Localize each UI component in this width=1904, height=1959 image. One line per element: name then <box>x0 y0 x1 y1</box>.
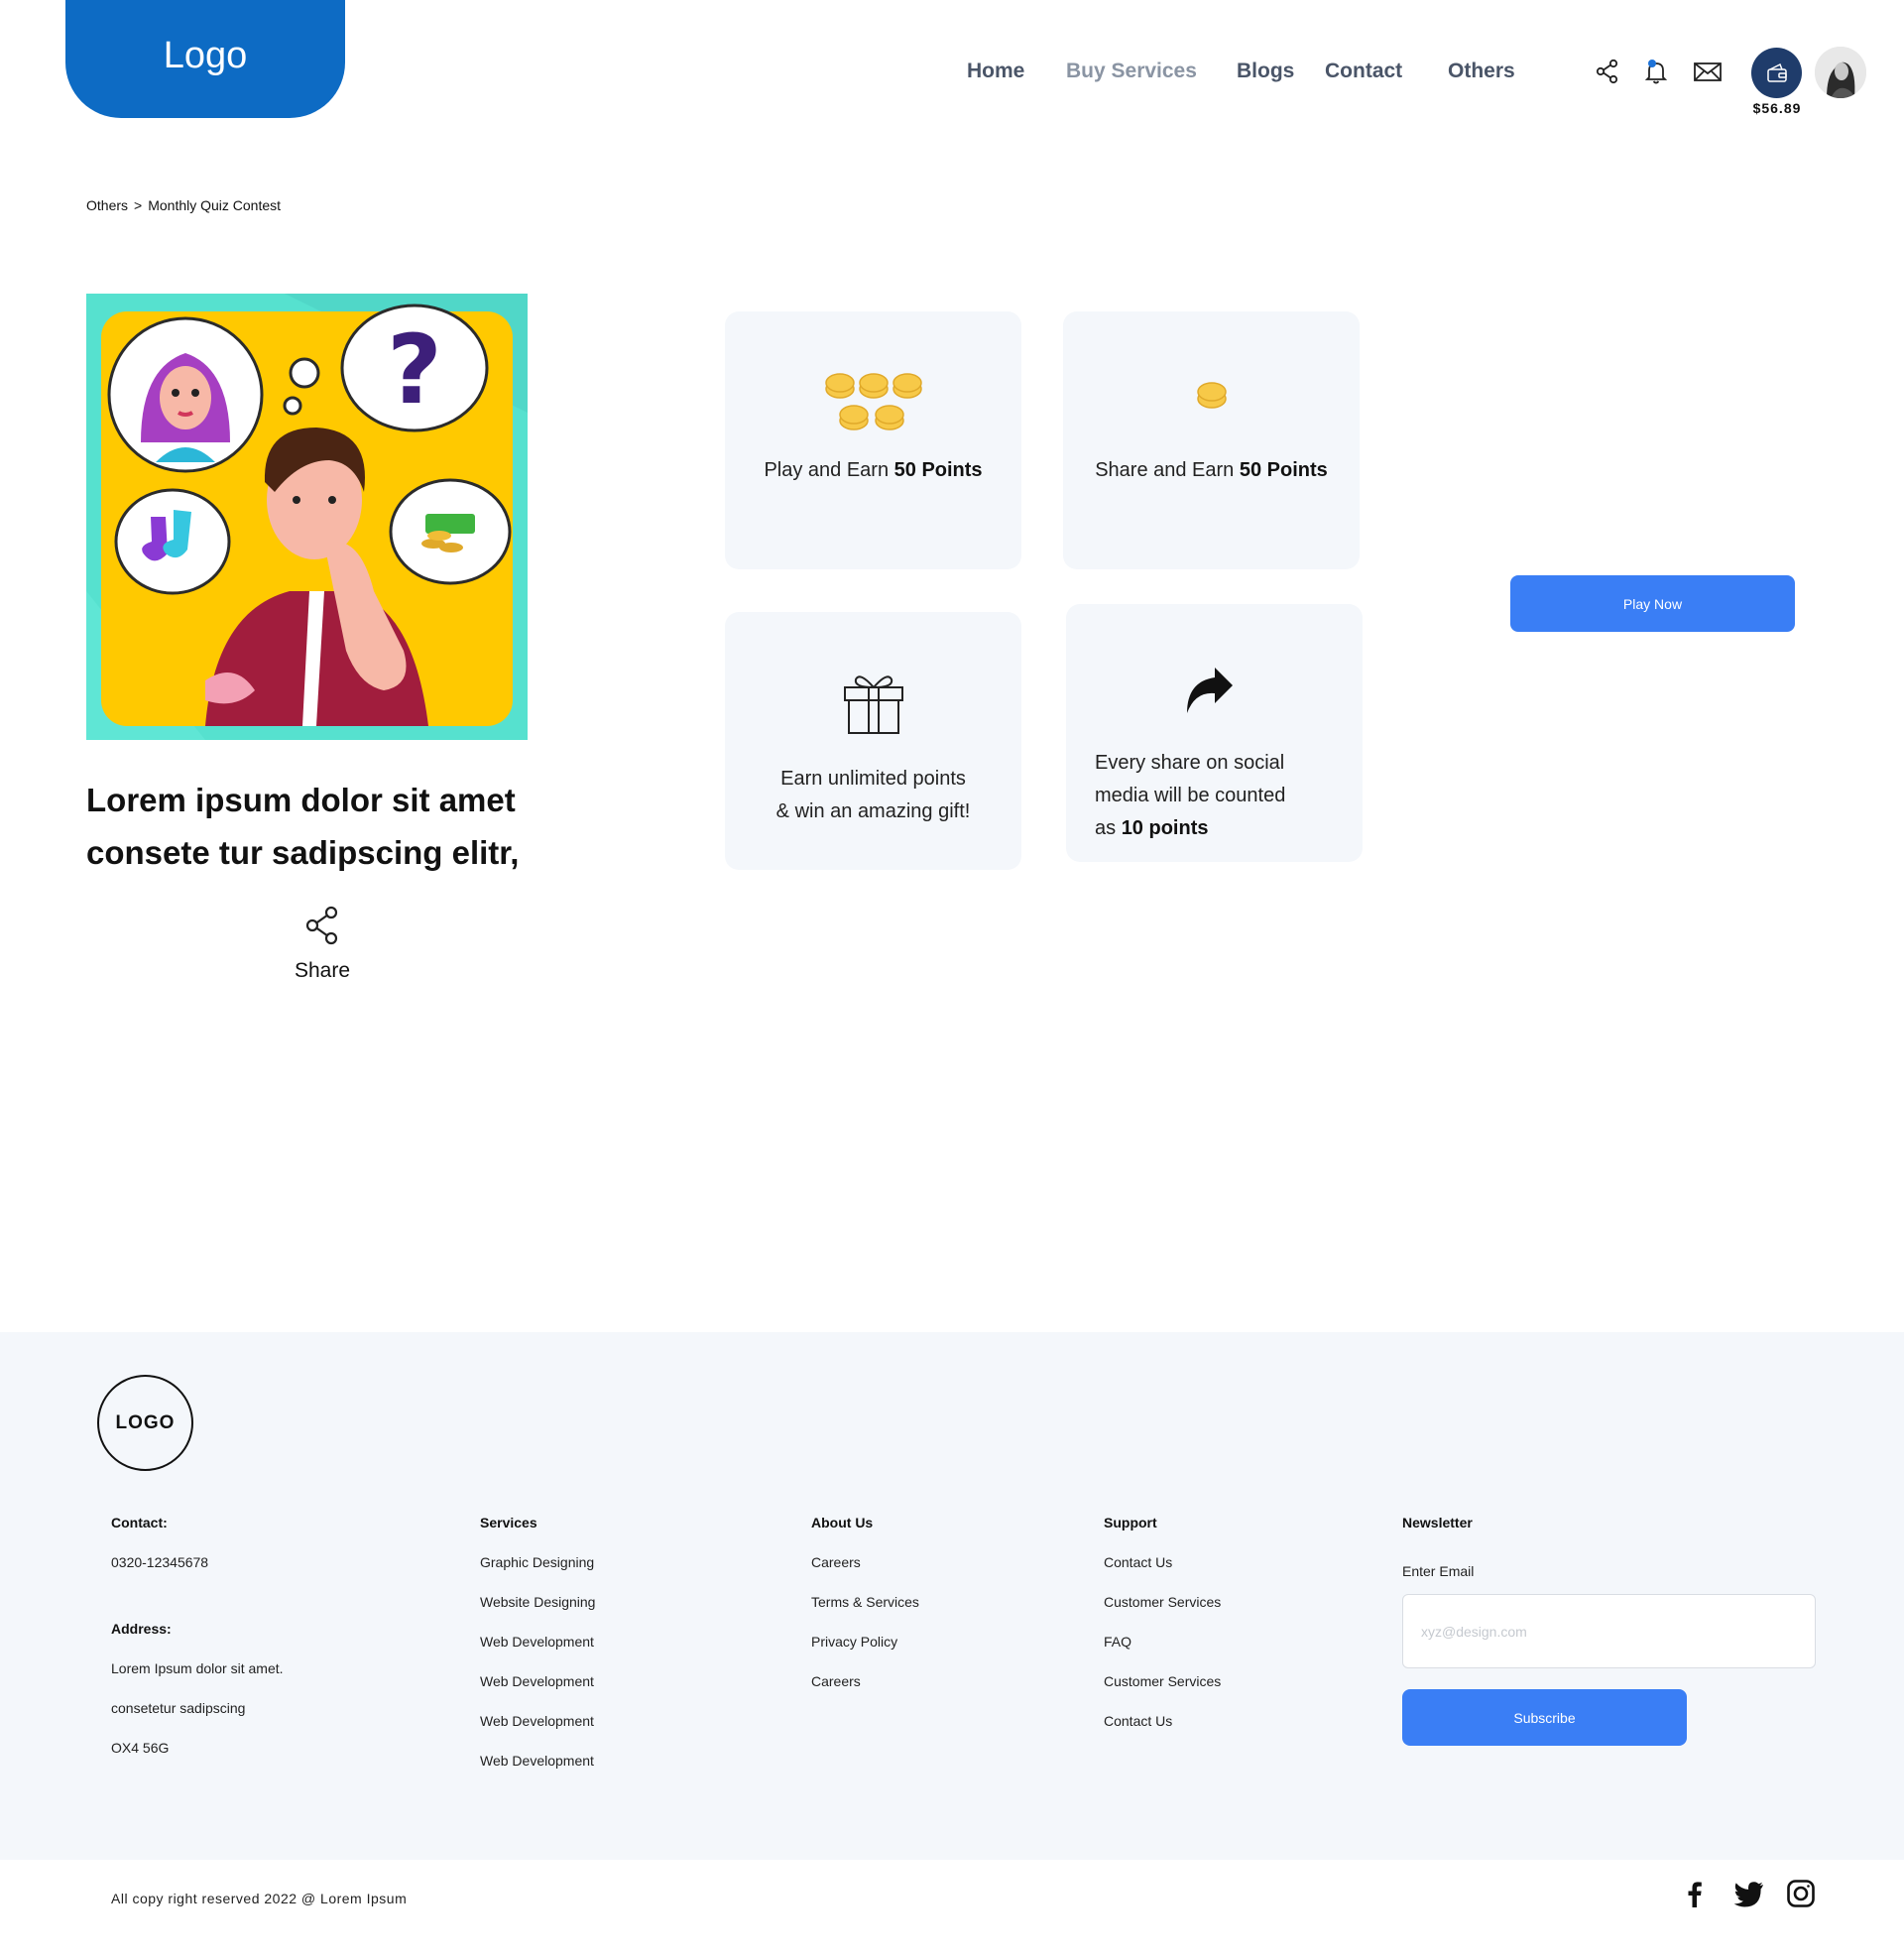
play-now-button[interactable]: Play Now <box>1510 575 1795 632</box>
footer-link-web-development[interactable]: Web Development <box>480 1713 594 1729</box>
footer-phone: 0320-12345678 <box>111 1554 209 1570</box>
nav-buy-services[interactable]: Buy Services <box>1066 60 1197 83</box>
footer-newsletter-heading: Newsletter <box>1402 1515 1473 1530</box>
copyright: All copy right reserved 2022 @ Lorem Ips… <box>111 1891 408 1906</box>
email-field[interactable] <box>1402 1594 1816 1668</box>
footer-link-graphic-designing[interactable]: Graphic Designing <box>480 1554 594 1570</box>
share-earn-card: Share and Earn 50 Points <box>1063 311 1360 569</box>
footer-logo[interactable]: LOGO <box>97 1375 193 1471</box>
share-earn-points: 50 Points <box>1239 459 1328 481</box>
twitter-icon[interactable] <box>1732 1879 1764 1908</box>
footer-link-customer-services[interactable]: Customer Services <box>1104 1594 1221 1610</box>
share-label: Share <box>294 959 351 982</box>
gift-icon <box>844 675 903 734</box>
share-icon[interactable] <box>1594 58 1621 85</box>
footer-about-heading: About Us <box>811 1515 874 1530</box>
social-share-text: Every share on social media will be coun… <box>1095 752 1286 839</box>
quiz-headline-line2: consete tur sadipscing elitr, <box>86 834 520 871</box>
gift-card: Earn unlimited points & win an amazing g… <box>725 612 1021 870</box>
email-label: Enter Email <box>1402 1563 1475 1579</box>
footer-link-careers[interactable]: Careers <box>811 1673 861 1689</box>
nav-home[interactable]: Home <box>967 60 1024 83</box>
social-share-points: 10 points <box>1121 817 1209 839</box>
footer-link-contact-us[interactable]: Contact Us <box>1104 1554 1172 1570</box>
footer-link-web-development[interactable]: Web Development <box>480 1673 594 1689</box>
instagram-icon[interactable] <box>1786 1879 1816 1908</box>
share-arrow-icon <box>1187 668 1233 713</box>
breadcrumb: Others > Monthly Quiz Contest <box>86 197 281 213</box>
footer-address-line: OX4 56G <box>111 1740 170 1756</box>
footer-link-web-development[interactable]: Web Development <box>480 1753 594 1769</box>
share-earn-text: Share and Earn 50 Points <box>1095 459 1328 481</box>
breadcrumb-parent[interactable]: Others <box>86 197 128 213</box>
footer-address-line: consetetur sadipscing <box>111 1700 246 1716</box>
play-earn-points: 50 Points <box>893 459 983 481</box>
avatar[interactable] <box>1815 47 1866 98</box>
footer-address-heading: Address: <box>111 1621 172 1637</box>
play-earn-text: Play and Earn 50 Points <box>764 459 983 481</box>
nav-others[interactable]: Others <box>1448 60 1515 83</box>
gift-text: Earn unlimited points & win an amazing g… <box>775 768 971 822</box>
footer-support-heading: Support <box>1104 1515 1157 1530</box>
quiz-illustration: ? <box>86 294 528 740</box>
wallet-icon <box>1766 62 1787 82</box>
bell-icon[interactable] <box>1642 58 1670 85</box>
nav-blogs[interactable]: Blogs <box>1237 60 1294 83</box>
footer-link-web-development[interactable]: Web Development <box>480 1634 594 1650</box>
social-share-card: Every share on social media will be coun… <box>1066 604 1363 862</box>
share-button[interactable]: Share <box>278 905 367 983</box>
footer-logo-text: LOGO <box>115 1411 176 1433</box>
share-icon <box>305 906 338 945</box>
quiz-headline-line1: Lorem ipsum dolor sit amet <box>86 782 516 818</box>
footer-link-contact-us[interactable]: Contact Us <box>1104 1713 1172 1729</box>
svg-text:?: ? <box>387 314 442 426</box>
footer-link-website-designing[interactable]: Website Designing <box>480 1594 595 1610</box>
mail-icon[interactable] <box>1693 58 1723 85</box>
wallet-balance: $56.89 <box>1752 100 1802 116</box>
breadcrumb-current: Monthly Quiz Contest <box>148 197 282 213</box>
footer-link-faq[interactable]: FAQ <box>1104 1634 1131 1650</box>
coins-stack-icon <box>825 373 922 430</box>
footer-link-terms[interactable]: Terms & Services <box>811 1594 919 1610</box>
breadcrumb-separator: > <box>134 197 143 213</box>
quiz-headline: Lorem ipsum dolor sit amet consete tur s… <box>86 774 602 879</box>
logo-text: Logo <box>163 35 248 76</box>
footer-link-customer-services[interactable]: Customer Services <box>1104 1673 1221 1689</box>
logo[interactable]: Logo <box>65 0 345 118</box>
play-earn-card: Play and Earn 50 Points <box>725 311 1021 569</box>
footer-contact-heading: Contact: <box>111 1515 168 1530</box>
subscribe-button[interactable]: Subscribe <box>1402 1689 1687 1746</box>
coin-icon <box>1197 382 1227 409</box>
footer-link-privacy-policy[interactable]: Privacy Policy <box>811 1634 897 1650</box>
nav-contact[interactable]: Contact <box>1325 60 1402 83</box>
footer-address-line: Lorem Ipsum dolor sit amet. <box>111 1660 284 1676</box>
footer-link-careers[interactable]: Careers <box>811 1554 861 1570</box>
facebook-icon[interactable] <box>1680 1879 1710 1908</box>
wallet-button[interactable] <box>1751 48 1802 98</box>
footer-services-heading: Services <box>480 1515 537 1530</box>
